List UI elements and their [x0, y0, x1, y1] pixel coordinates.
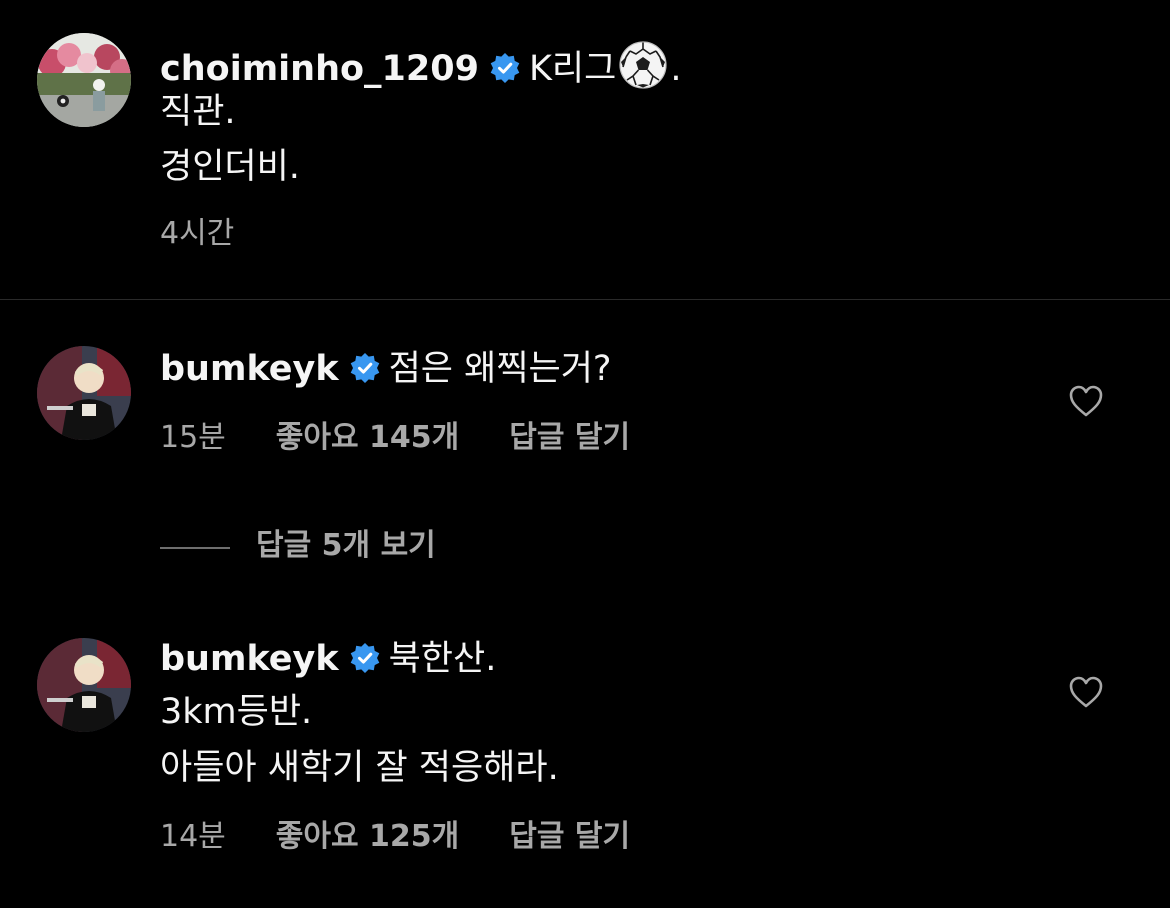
- caption-period: .: [670, 49, 682, 89]
- username-bumkeyk[interactable]: bumkeyk: [160, 639, 339, 679]
- verified-badge-icon: [489, 52, 521, 84]
- reply-button[interactable]: 답글 달기: [509, 819, 630, 854]
- reply-button[interactable]: 답글 달기: [509, 420, 630, 455]
- avatar-bumkeyk[interactable]: [37, 346, 131, 440]
- comment-2-line-3: 아들아 새학기 잘 적응해라.: [160, 748, 559, 788]
- verified-badge-icon: [349, 642, 381, 674]
- likes-count[interactable]: 좋아요 145개: [276, 420, 459, 455]
- avatar-choiminho[interactable]: [37, 33, 131, 127]
- comment-1-meta: 15분 좋아요 145개 답글 달기: [160, 418, 630, 458]
- comment-text: 점은 왜찍는거?: [388, 349, 612, 389]
- view-replies-line: [160, 547, 230, 549]
- heart-outline-icon[interactable]: [1068, 384, 1104, 418]
- caption-line-3: 경인더비.: [160, 147, 300, 187]
- comment-timestamp: 14분: [160, 819, 226, 854]
- comment-2-meta: 14분 좋아요 125개 답글 달기: [160, 817, 630, 857]
- heart-outline-icon[interactable]: [1068, 675, 1104, 709]
- comment-timestamp: 15분: [160, 420, 226, 455]
- username-bumkeyk[interactable]: bumkeyk: [160, 349, 339, 389]
- comment-1-line-1: bumkeyk 점은 왜찍는거?: [160, 347, 612, 391]
- comment-2-line-2: 3km등반.: [160, 692, 313, 732]
- caption-line-2: 직관.: [160, 92, 236, 132]
- avatar-bumkeyk[interactable]: [37, 638, 131, 732]
- comment-2-line-1: bumkeyk 북한산.: [160, 637, 496, 681]
- view-replies-button[interactable]: 답글 5개 보기: [256, 526, 436, 566]
- soccer-ball-emoji: [618, 40, 668, 90]
- caption-divider: [0, 299, 1170, 300]
- caption-timestamp: 4시간: [160, 216, 235, 251]
- comment-text: 북한산.: [388, 639, 497, 679]
- likes-count[interactable]: 좋아요 125개: [276, 819, 459, 854]
- caption-line-1: choiminho_1209 K리그.: [160, 40, 681, 91]
- username-choiminho[interactable]: choiminho_1209: [160, 49, 479, 89]
- verified-badge-icon: [349, 352, 381, 384]
- caption-text: K리그: [528, 49, 617, 89]
